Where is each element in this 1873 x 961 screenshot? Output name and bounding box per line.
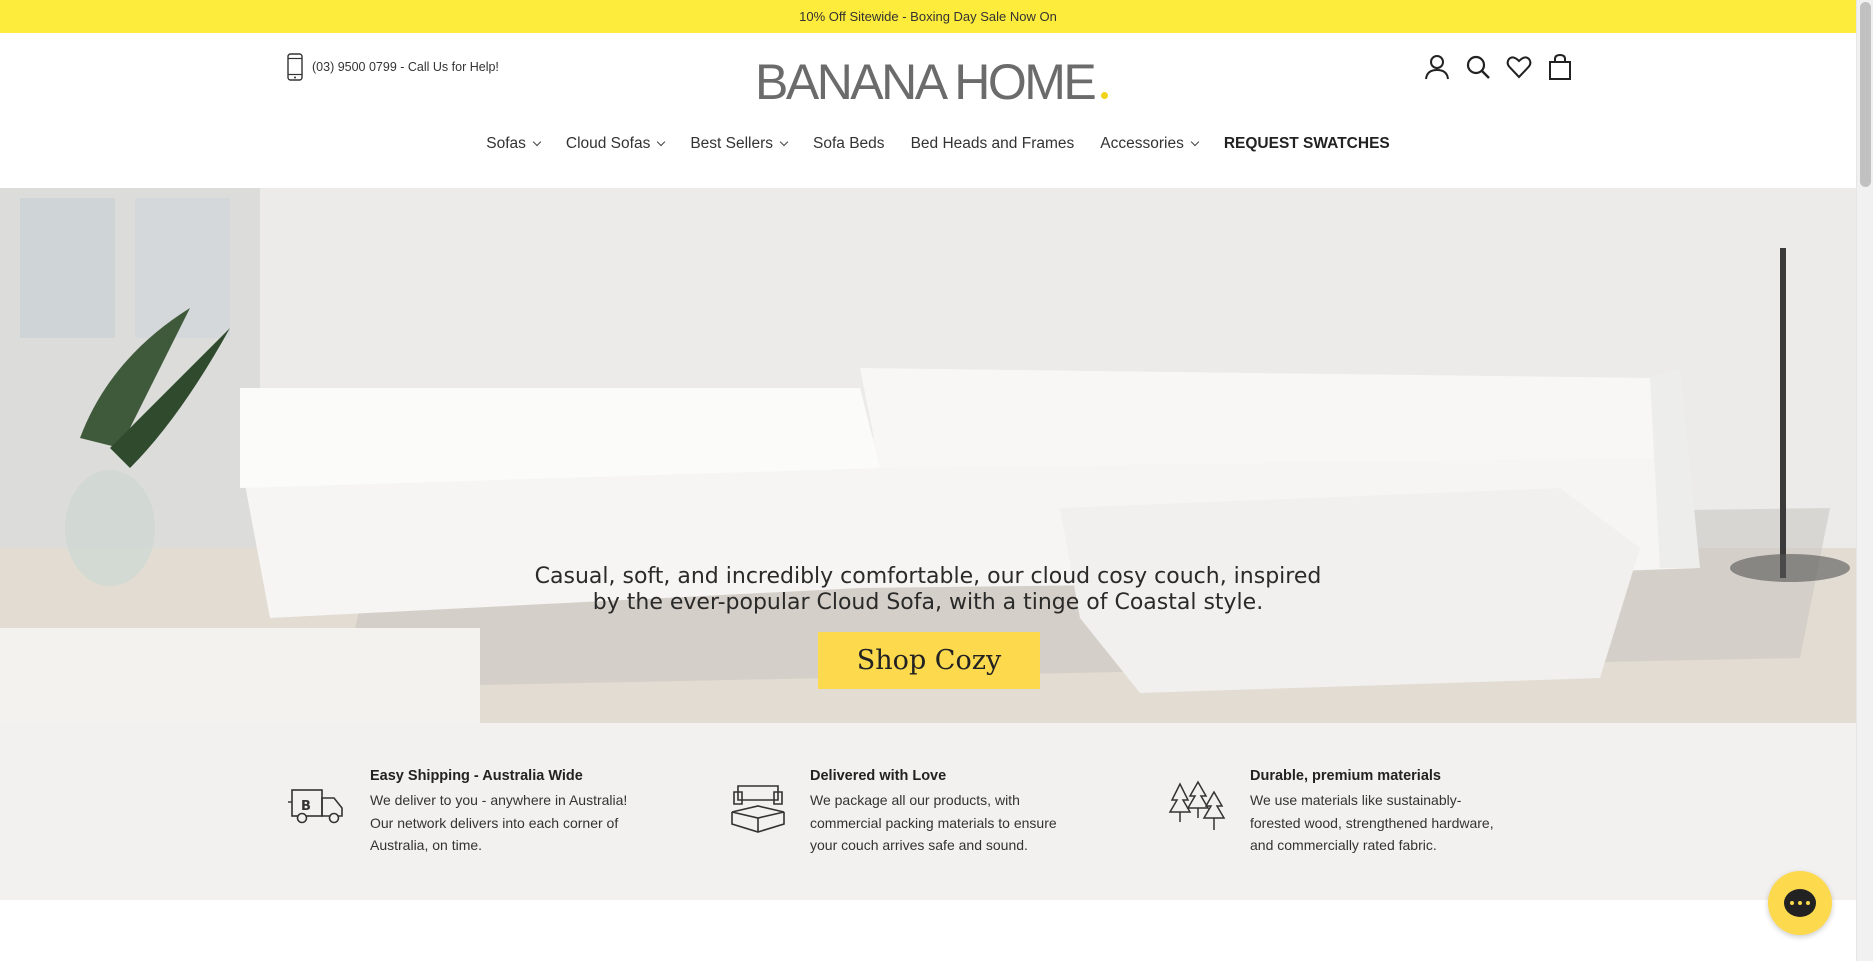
- feature-title: Durable, premium materials: [1250, 768, 1441, 784]
- page-scrollbar[interactable]: [1856, 0, 1873, 961]
- account-icon[interactable]: [1424, 53, 1450, 81]
- delivery-truck-icon: B: [288, 780, 348, 834]
- wishlist-heart-icon[interactable]: [1506, 53, 1532, 81]
- nav-label: Accessories: [1100, 135, 1184, 152]
- feature-title: Delivered with Love: [810, 768, 947, 784]
- feature-text: We package all our products, with commer…: [810, 792, 1057, 853]
- feature-materials: Durable, premium materials We use materi…: [1168, 768, 1508, 857]
- site-logo[interactable]: BANANA HOME: [755, 53, 1109, 111]
- nav-label: Best Sellers: [690, 135, 774, 152]
- main-nav: Sofas Cloud Sofas Best Sellers Sofa Beds…: [0, 135, 1856, 153]
- feature-delivered-love: Delivered with Love We package all our p…: [728, 768, 1068, 857]
- nav-cloud-sofas[interactable]: Cloud Sofas: [553, 135, 677, 153]
- nav-label: Sofas: [486, 135, 526, 152]
- nav-label: Bed Heads and Frames: [910, 135, 1075, 152]
- announcement-bar[interactable]: 10% Off Sitewide - Boxing Day Sale Now O…: [0, 0, 1856, 33]
- features-strip: B Easy Shipping - Australia Wide We deli…: [0, 723, 1856, 900]
- chevron-down-icon: [657, 137, 666, 147]
- logo-dot: [1101, 92, 1109, 99]
- nav-label: Cloud Sofas: [565, 135, 651, 152]
- nav-bed-heads-frames[interactable]: Bed Heads and Frames: [898, 135, 1088, 153]
- cart-bag-icon[interactable]: [1547, 53, 1573, 81]
- scrollbar-thumb[interactable]: [1860, 2, 1871, 187]
- chat-bubble-icon: [1784, 889, 1816, 917]
- hero-description: Casual, soft, and incredibly comfortable…: [0, 564, 1856, 616]
- trees-icon: [1168, 780, 1228, 834]
- svg-text:B: B: [301, 799, 311, 814]
- nav-best-sellers[interactable]: Best Sellers: [677, 135, 800, 153]
- phone-icon: [287, 53, 303, 81]
- search-icon[interactable]: [1465, 53, 1491, 81]
- announcement-text: 10% Off Sitewide - Boxing Day Sale Now O…: [799, 9, 1057, 24]
- phone-contact[interactable]: (03) 9500 0799 - Call Us for Help!: [286, 53, 499, 81]
- hero-banner: Casual, soft, and incredibly comfortable…: [0, 188, 1856, 723]
- feature-text: We use materials like sustainably-forest…: [1250, 792, 1494, 853]
- nav-request-swatches[interactable]: REQUEST SWATCHES: [1211, 135, 1403, 153]
- nav-label: REQUEST SWATCHES: [1223, 135, 1390, 152]
- chat-button[interactable]: [1768, 871, 1832, 935]
- feature-title: Easy Shipping - Australia Wide: [370, 768, 583, 784]
- chevron-down-icon: [779, 137, 789, 147]
- shop-cozy-button[interactable]: Shop Cozy: [818, 632, 1040, 689]
- hero-line-2: by the ever-popular Cloud Sofa, with a t…: [592, 590, 1264, 615]
- packaged-sofa-icon: [728, 780, 788, 834]
- nav-sofa-beds[interactable]: Sofa Beds: [800, 135, 898, 153]
- nav-label: Sofa Beds: [813, 135, 885, 152]
- nav-sofas[interactable]: Sofas: [473, 135, 553, 153]
- logo-text: BANANA HOME: [755, 54, 1097, 110]
- feature-text: We deliver to you - anywhere in Australi…: [370, 792, 628, 853]
- chevron-down-icon: [532, 137, 542, 147]
- chevron-down-icon: [1190, 137, 1200, 147]
- site-header: (03) 9500 0799 - Call Us for Help! BANAN…: [0, 33, 1856, 188]
- hero-line-1: Casual, soft, and incredibly comfortable…: [534, 564, 1322, 589]
- phone-text: (03) 9500 0799 - Call Us for Help!: [312, 60, 499, 74]
- nav-accessories[interactable]: Accessories: [1087, 135, 1211, 153]
- feature-shipping: B Easy Shipping - Australia Wide We deli…: [288, 768, 628, 857]
